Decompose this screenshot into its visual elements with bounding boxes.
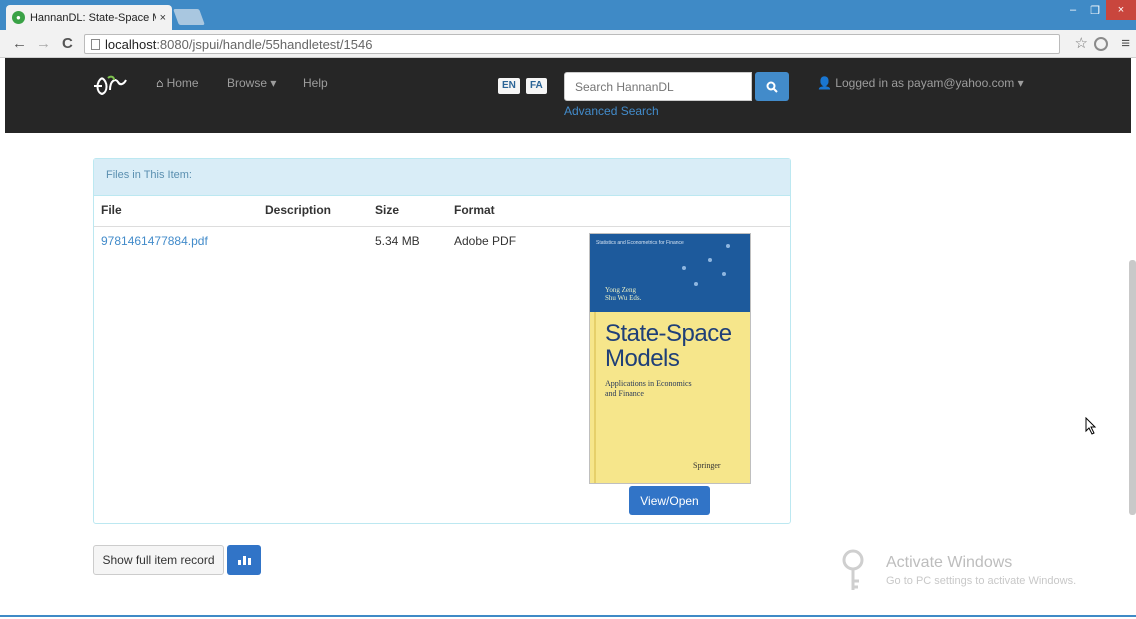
column-header-format: Format (454, 203, 495, 217)
search-button[interactable] (755, 72, 789, 101)
cover-series: Statistics and Econometrics for Finance (596, 240, 684, 246)
forward-icon[interactable]: → (36, 35, 51, 52)
user-icon: 👤 (817, 76, 832, 90)
back-icon[interactable]: ← (12, 35, 27, 52)
lang-en-button[interactable]: EN (498, 78, 520, 94)
nav-help[interactable]: Help (303, 76, 328, 90)
cover-dot (726, 244, 730, 248)
browser-menu-icon[interactable]: ≡ (1121, 35, 1130, 52)
vertical-scrollbar[interactable] (1129, 260, 1136, 515)
show-full-record-button[interactable]: Show full item record (93, 545, 224, 575)
cover-dot (694, 282, 698, 286)
window-close-icon[interactable]: × (1106, 0, 1136, 20)
column-header-file: File (101, 203, 122, 217)
cover-title-line-1: State-Space (605, 320, 732, 347)
lang-fa-button[interactable]: FA (526, 78, 547, 94)
nav-browse-label: Browse (227, 76, 268, 90)
url-path: :8080/jspui/handle/55handletest/1546 (156, 36, 373, 52)
table-divider (94, 226, 790, 227)
minimize-icon[interactable]: – (1062, 0, 1084, 20)
logo-icon (94, 75, 127, 96)
cover-authors: Yong Zeng Shu Wu Eds. (605, 286, 641, 302)
file-format: Adobe PDF (454, 234, 517, 248)
cover-subtitle-line-2: and Finance (605, 389, 644, 398)
stats-bar (242, 556, 246, 565)
cover-top-band: Statistics and Econometrics for Finance … (590, 234, 750, 312)
watermark-title: Activate Windows (886, 554, 1013, 571)
file-size: 5.34 MB (375, 234, 420, 248)
panel-heading: Files in This Item: (94, 159, 790, 196)
cover-publisher: Springer (693, 461, 721, 470)
statistics-button[interactable] (227, 545, 261, 575)
new-tab-button[interactable] (173, 9, 205, 25)
page-icon (91, 38, 100, 50)
column-header-description: Description (265, 203, 332, 217)
cover-stripe (594, 312, 596, 483)
view-open-button[interactable]: View/Open (629, 486, 710, 515)
stats-bar (237, 560, 241, 565)
files-panel: Files in This Item: File Description Siz… (93, 158, 791, 524)
caret-down-icon: ▾ (1017, 76, 1024, 90)
url-host: localhost (105, 36, 157, 52)
file-link[interactable]: 9781461477884.pdf (101, 234, 208, 248)
reload-icon[interactable]: C (62, 35, 73, 52)
column-header-size: Size (375, 203, 400, 217)
book-cover-thumbnail[interactable]: Statistics and Econometrics for Finance … (589, 233, 751, 484)
address-bar: ← → C localhost:8080/jspui/handle/55hand… (0, 30, 1136, 58)
nav-home[interactable]: ⌂ Home (156, 76, 199, 90)
user-menu[interactable]: 👤 Logged in as payam@yahoo.com ▾ (817, 76, 1024, 90)
user-label: Logged in as payam@yahoo.com (835, 76, 1015, 90)
site-logo[interactable] (92, 74, 128, 104)
bookmark-star-icon[interactable]: ☆ (1075, 34, 1088, 52)
cover-dot (722, 272, 726, 276)
watermark-subtitle: Go to PC settings to activate Windows. (886, 575, 1077, 587)
cover-dot (708, 258, 712, 262)
tab-title: HannanDL: State-Space M (29, 11, 156, 24)
cover-subtitle-line-1: Applications in Economics (605, 379, 692, 388)
tab-close-icon[interactable]: × (160, 12, 166, 24)
mouse-cursor-icon (1085, 417, 1097, 435)
taskbar-edge (0, 615, 1136, 617)
cover-author-1: Yong Zeng (605, 286, 636, 294)
site-navbar: ⌂ Home Browse ▾ Help EN FA Advanced Sear… (5, 58, 1131, 133)
cover-author-2: Shu Wu Eds. (605, 294, 642, 302)
url-input[interactable]: localhost:8080/jspui/handle/55handletest… (84, 34, 1060, 54)
search-input[interactable] (564, 72, 752, 101)
browser-tab[interactable]: ● HannanDL: State-Space M × (6, 5, 172, 30)
stats-bar (247, 558, 251, 565)
site-favicon-icon: ● (12, 11, 25, 24)
cover-title: State-Space Models (605, 321, 732, 371)
browser-tabbar: ● HannanDL: State-Space M × – ❐ × (0, 0, 1136, 30)
url-text: localhost:8080/jspui/handle/55handletest… (105, 37, 372, 52)
cover-title-line-2: Models (605, 345, 680, 372)
cover-subtitle: Applications in Economics and Finance (605, 379, 692, 399)
restore-icon[interactable]: ❐ (1084, 0, 1106, 20)
caret-down-icon: ▾ (270, 76, 277, 90)
search-icon (766, 81, 778, 93)
home-icon: ⌂ (156, 76, 164, 90)
nav-home-label: Home (166, 76, 199, 90)
globe-icon[interactable] (1094, 37, 1108, 51)
nav-browse[interactable]: Browse ▾ (227, 76, 276, 90)
advanced-search-link[interactable]: Advanced Search (564, 104, 659, 118)
key-icon (842, 549, 864, 590)
window-controls: – ❐ × (1062, 0, 1136, 20)
cover-dot (682, 266, 686, 270)
